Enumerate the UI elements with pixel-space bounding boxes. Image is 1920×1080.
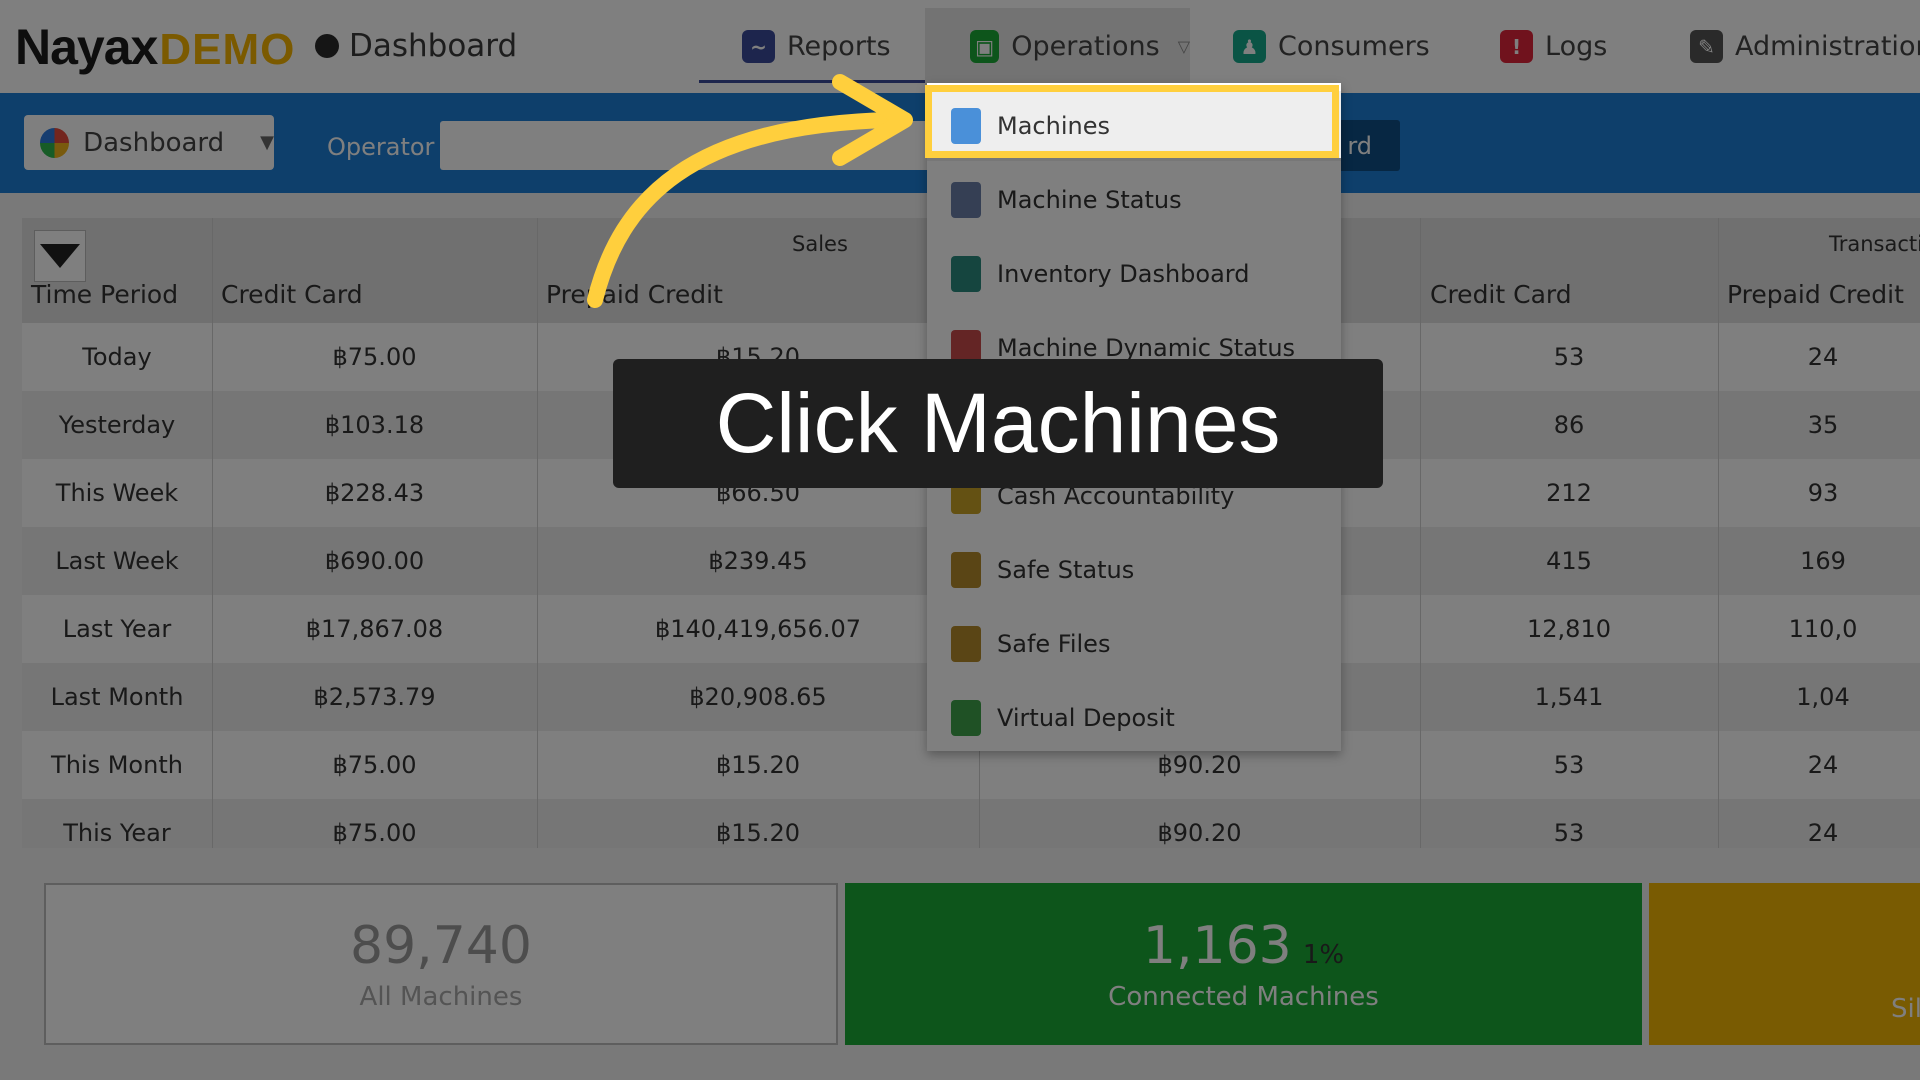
callout-text: Click Machines: [715, 376, 1281, 470]
tutorial-arrow-icon: [587, 74, 913, 308]
callout-label: Click Machines: [613, 359, 1383, 488]
machines-highlight-box: [925, 85, 1339, 158]
